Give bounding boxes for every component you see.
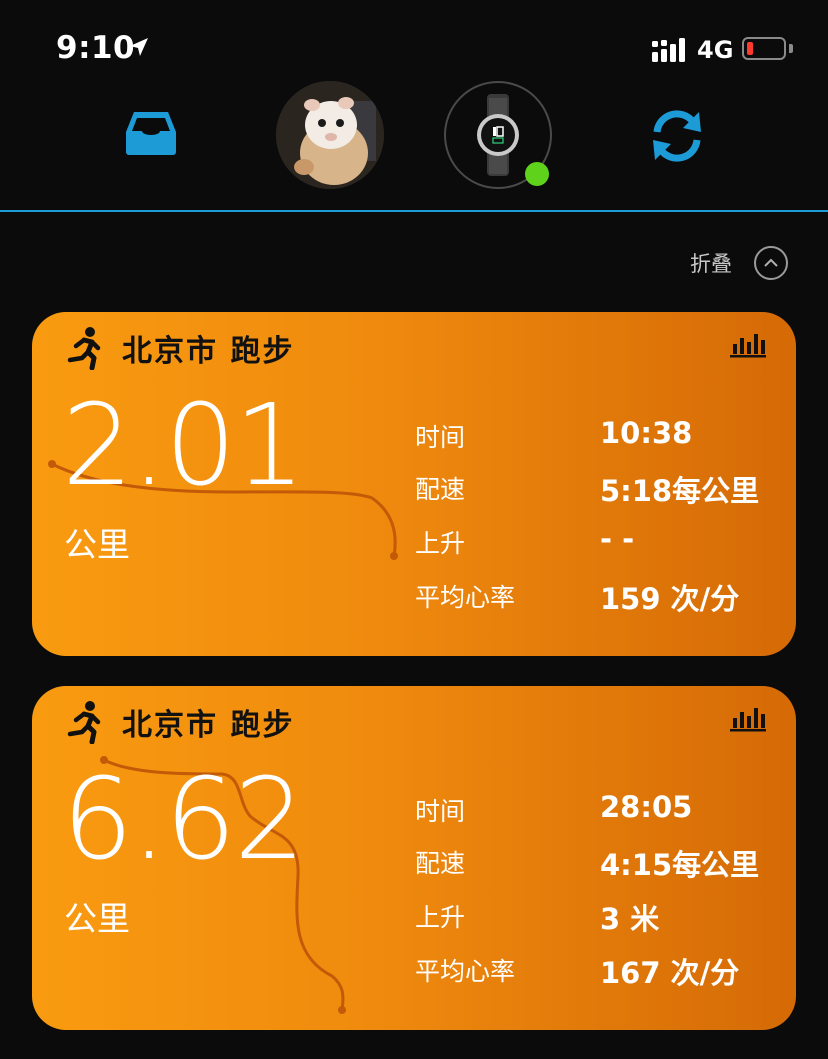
profile-avatar[interactable] [276, 81, 384, 189]
distance-value: 2.01 [62, 381, 305, 511]
metric-label-time: 时间 [415, 797, 466, 826]
network-type: 4G [697, 36, 734, 64]
activity-card[interactable]: 北京市 跑步 6.62 公里 时间 28:05 配速 4:15每公里 上升 3 … [32, 686, 796, 1030]
top-nav [0, 78, 828, 212]
activity-card[interactable]: 北京市 跑步 2.01 公里 时间 10:38 配速 5:18每公里 上升 - … [32, 312, 796, 656]
sync-icon [653, 110, 701, 162]
collapse-button[interactable] [754, 246, 788, 280]
bar-chart-icon[interactable] [730, 330, 766, 358]
distance-unit: 公里 [64, 899, 130, 938]
guinea-pig-photo [276, 81, 384, 189]
activity-title: 北京市 跑步 [122, 708, 295, 743]
inbox-icon [126, 112, 176, 155]
metric-label-ascent: 上升 [415, 903, 466, 932]
metric-label-heart-rate: 平均心率 [415, 957, 516, 986]
running-icon [67, 701, 101, 744]
metric-label-heart-rate: 平均心率 [415, 583, 516, 612]
bar-chart-icon[interactable] [730, 704, 766, 732]
metric-value-heart-rate: 167 次/分 [600, 956, 740, 990]
running-icon [67, 327, 101, 370]
metric-value-time: 28:05 [600, 790, 693, 824]
signal-strength-icon [652, 38, 685, 62]
collapse-label: 折叠 [690, 252, 732, 276]
sync-button[interactable] [645, 106, 709, 166]
metric-value-time: 10:38 [600, 416, 693, 450]
metric-label-pace: 配速 [415, 849, 466, 878]
metric-value-pace: 4:15每公里 [600, 848, 760, 882]
battery-cap [789, 44, 793, 53]
metric-value-pace: 5:18每公里 [600, 474, 760, 508]
distance-value: 6.62 [62, 755, 305, 885]
watch-icon [477, 94, 519, 176]
metric-value-ascent: 3 米 [600, 902, 660, 936]
collapse-row[interactable]: 折叠 [690, 243, 788, 283]
activity-title: 北京市 跑步 [122, 334, 295, 369]
metric-value-ascent: - - [600, 522, 635, 556]
metric-label-time: 时间 [415, 423, 466, 452]
location-arrow-icon [130, 38, 148, 56]
metric-label-ascent: 上升 [415, 529, 466, 558]
metric-value-heart-rate: 159 次/分 [600, 582, 740, 616]
connected-status-dot [525, 162, 549, 186]
battery-icon [742, 37, 786, 60]
status-time: 9:10 [56, 30, 136, 66]
metric-label-pace: 配速 [415, 475, 466, 504]
chevron-up-icon [764, 258, 778, 267]
inbox-button[interactable] [120, 108, 182, 158]
distance-unit: 公里 [64, 525, 130, 564]
